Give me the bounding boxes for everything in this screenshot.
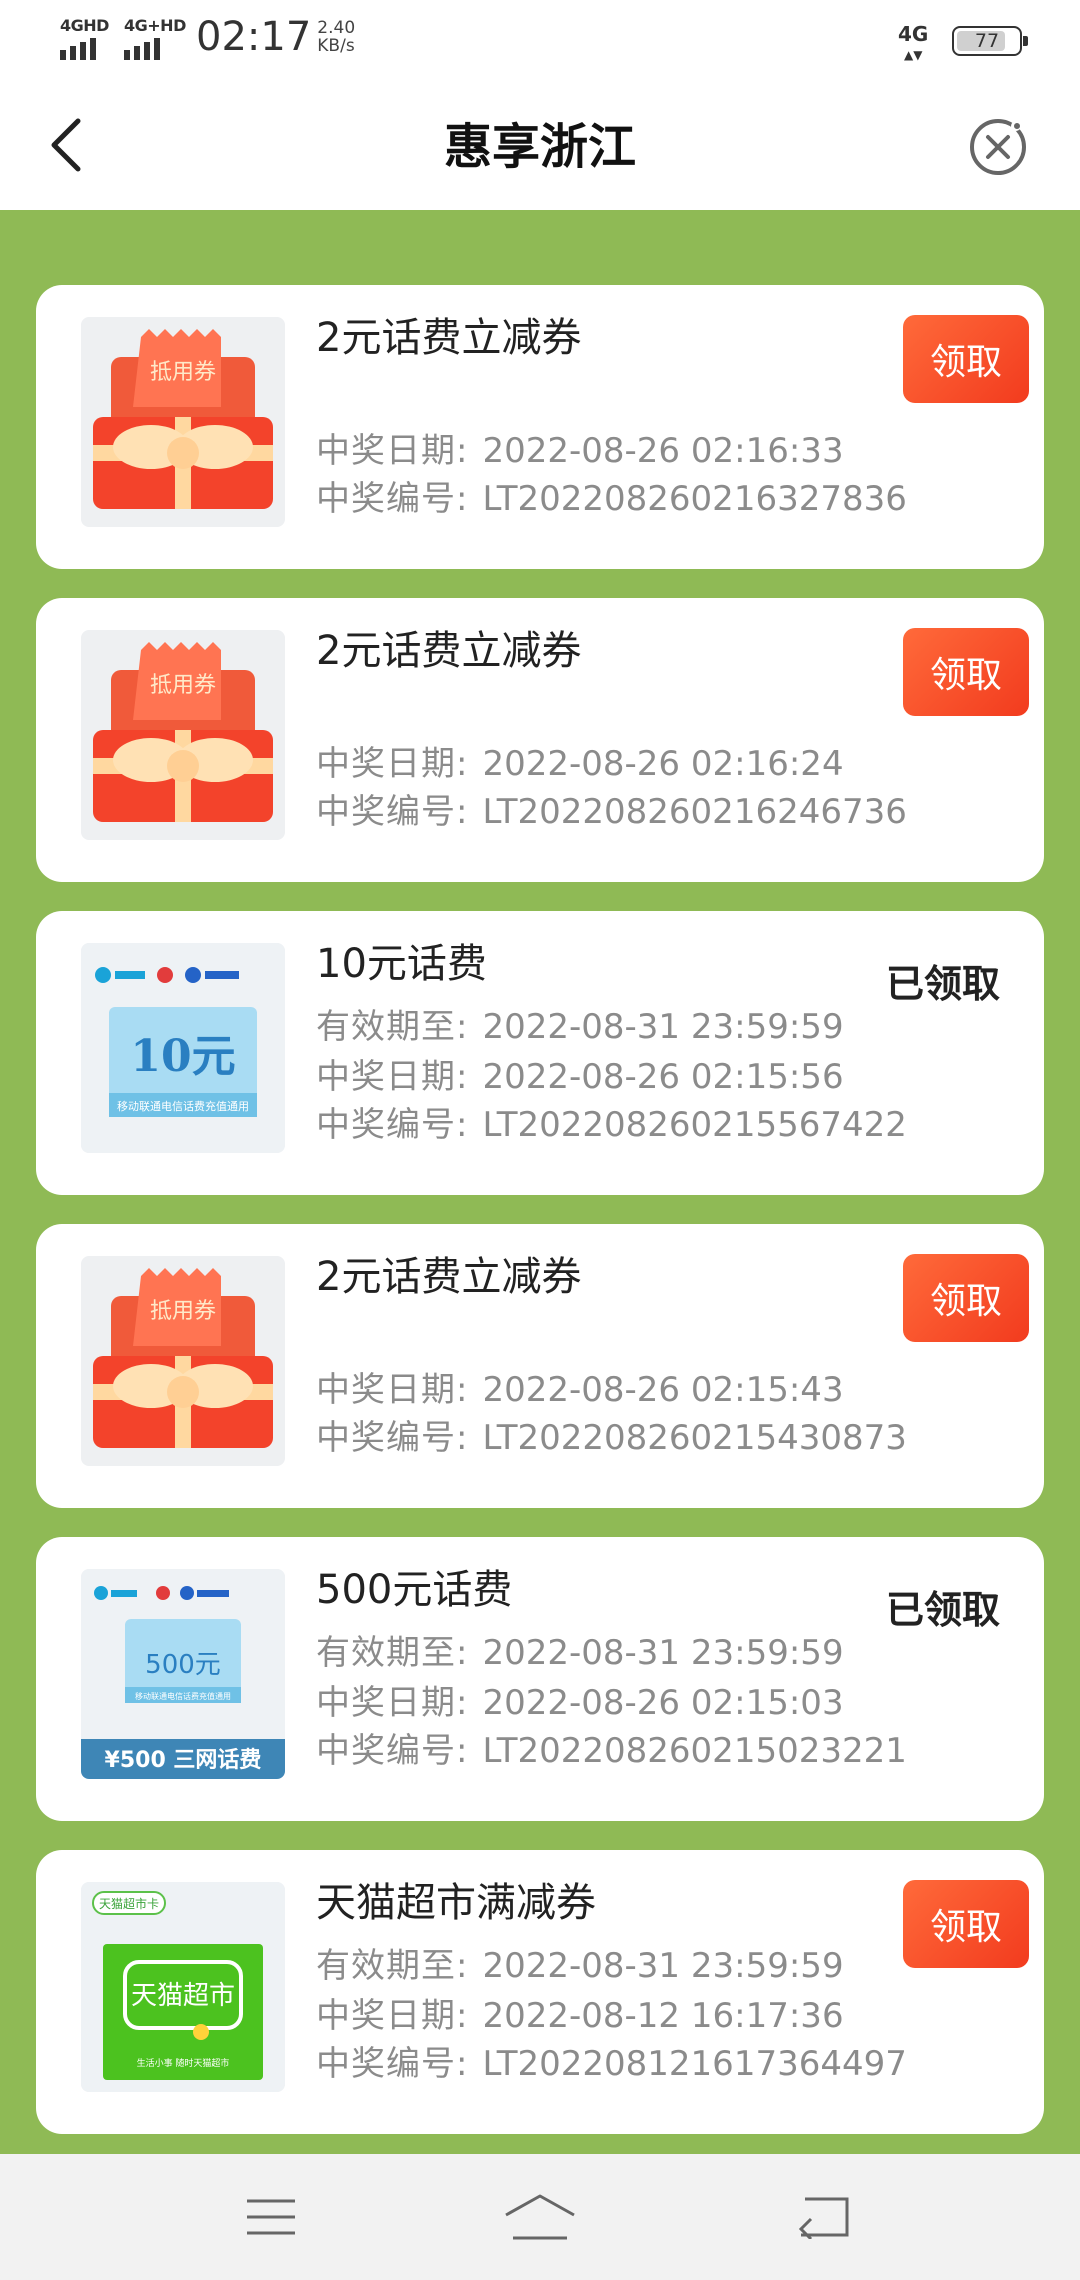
thumb-subtext: 生活小事 随时天猫超市: [137, 2057, 230, 2069]
signal-icon-sim2: 4G+HD: [124, 14, 186, 60]
title-bar: 惠享浙江: [0, 84, 1080, 210]
prize-title: 天猫超市满减券: [316, 1880, 596, 1926]
win-date-row: 中奖日期: 2022-08-26 02:15:03: [316, 1683, 844, 1723]
coupon-thumbnail: 抵用券: [81, 317, 285, 527]
prize-title: 2元话费立减券: [316, 315, 582, 361]
prize-card: 抵用券 2元话费立减券 中奖日期: 2022-08-26 02:16:24 中奖编…: [36, 598, 1044, 882]
win-number-row: 中奖编号: LT202208260215023221: [316, 1731, 907, 1771]
tmall-card-thumbnail: 天猫超市卡 天猫超市 生活小事 随时天猫超市: [81, 1882, 285, 2092]
status-bar: 4GHD 4G+HD 02:17 2.40 KB/s 4G ▲▼ 77: [0, 0, 1080, 84]
win-number-row: 中奖编号: LT202208260216246736: [316, 792, 907, 832]
prize-title: 2元话费立减券: [316, 1254, 582, 1300]
claim-button[interactable]: 领取: [903, 1254, 1029, 1342]
win-number-row: 中奖编号: LT202208260215567422: [316, 1105, 907, 1145]
win-date-row: 中奖日期: 2022-08-26 02:16:33: [316, 431, 844, 471]
win-number-row: 中奖编号: LT202208260215430873: [316, 1418, 907, 1458]
win-number-row: 中奖编号: LT202208121617364497: [316, 2044, 907, 2084]
system-nav-bar: [0, 2154, 1080, 2280]
valid-until-row: 有效期至: 2022-08-31 23:59:59: [316, 1007, 844, 1047]
prize-title: 10元话费: [316, 941, 487, 987]
valid-until-row: 有效期至: 2022-08-31 23:59:59: [316, 1633, 844, 1673]
thumb-label: 天猫超市: [131, 1981, 235, 2011]
thumb-banner: ¥500 三网话费: [105, 1748, 262, 1773]
home-icon: [505, 2194, 575, 2240]
prize-card: 500元 移动联通电信话费充值通用 ¥500 三网话费 500元话费 有效期至:…: [36, 1537, 1044, 1821]
phone-credit-thumbnail: 10元 移动联通电信话费充值通用: [81, 943, 285, 1153]
thumb-label: 抵用券: [150, 360, 216, 385]
prize-card: 抵用券 2元话费立减券 中奖日期: 2022-08-26 02:15:43 中奖编…: [36, 1224, 1044, 1508]
thumb-subtext: 移动联通电信话费充值通用: [135, 1691, 231, 1701]
battery-icon: 77: [952, 26, 1028, 56]
return-button[interactable]: [784, 2182, 864, 2252]
claimed-status: 已领取: [885, 1588, 1000, 1632]
home-button[interactable]: [500, 2182, 580, 2252]
win-date-row: 中奖日期: 2022-08-26 02:15:56: [316, 1057, 844, 1097]
coupon-thumbnail: 抵用券: [81, 1256, 285, 1466]
win-date-row: 中奖日期: 2022-08-26 02:15:43: [316, 1370, 844, 1410]
thumb-amount: 500元: [145, 1650, 221, 1680]
network-4g-icon: 4G ▲▼: [898, 22, 929, 62]
prize-card: 10元 移动联通电信话费充值通用 10元话费 有效期至: 2022-08-31 2…: [36, 911, 1044, 1195]
close-circle-icon: [970, 119, 1026, 175]
thumb-amount: 10元: [130, 1031, 235, 1082]
return-icon: [798, 2197, 849, 2239]
win-date-row: 中奖日期: 2022-08-12 16:17:36: [316, 1996, 844, 2036]
network-speed: 2.40 KB/s: [317, 18, 356, 56]
prize-list: 抵用券 2元话费立减券 中奖日期: 2022-08-26 02:16:33 中奖编…: [0, 210, 1080, 2154]
coupon-thumbnail: 抵用券: [81, 630, 285, 840]
prize-title: 500元话费: [316, 1567, 513, 1613]
claim-button[interactable]: 领取: [903, 1880, 1029, 1968]
signal-icon-sim1: 4GHD: [60, 14, 109, 60]
valid-until-row: 有效期至: 2022-08-31 23:59:59: [316, 1946, 844, 1986]
menu-icon: [247, 2199, 295, 2235]
page-title: 惠享浙江: [443, 119, 636, 175]
clock: 02:17: [196, 14, 312, 60]
win-number-row: 中奖编号: LT202208260216327836: [316, 479, 907, 519]
win-date-row: 中奖日期: 2022-08-26 02:16:24: [316, 744, 844, 784]
prize-card: 天猫超市卡 天猫超市 生活小事 随时天猫超市 天猫超市满减券 有效期至: 2022…: [36, 1850, 1044, 2134]
thumb-label: 抵用券: [150, 1299, 216, 1324]
thumb-label: 抵用券: [150, 673, 216, 698]
menu-button[interactable]: [231, 2182, 311, 2252]
close-button[interactable]: [968, 117, 1028, 177]
claimed-status: 已领取: [885, 962, 1000, 1006]
prize-title: 2元话费立减券: [316, 628, 582, 674]
phone-credit-thumbnail: 500元 移动联通电信话费充值通用 ¥500 三网话费: [81, 1569, 285, 1779]
thumb-subtext: 移动联通电信话费充值通用: [117, 1099, 249, 1113]
claim-button[interactable]: 领取: [903, 315, 1029, 403]
thumb-tag: 天猫超市卡: [99, 1896, 159, 1911]
claim-button[interactable]: 领取: [903, 628, 1029, 716]
prize-card: 抵用券 2元话费立减券 中奖日期: 2022-08-26 02:16:33 中奖编…: [36, 285, 1044, 569]
